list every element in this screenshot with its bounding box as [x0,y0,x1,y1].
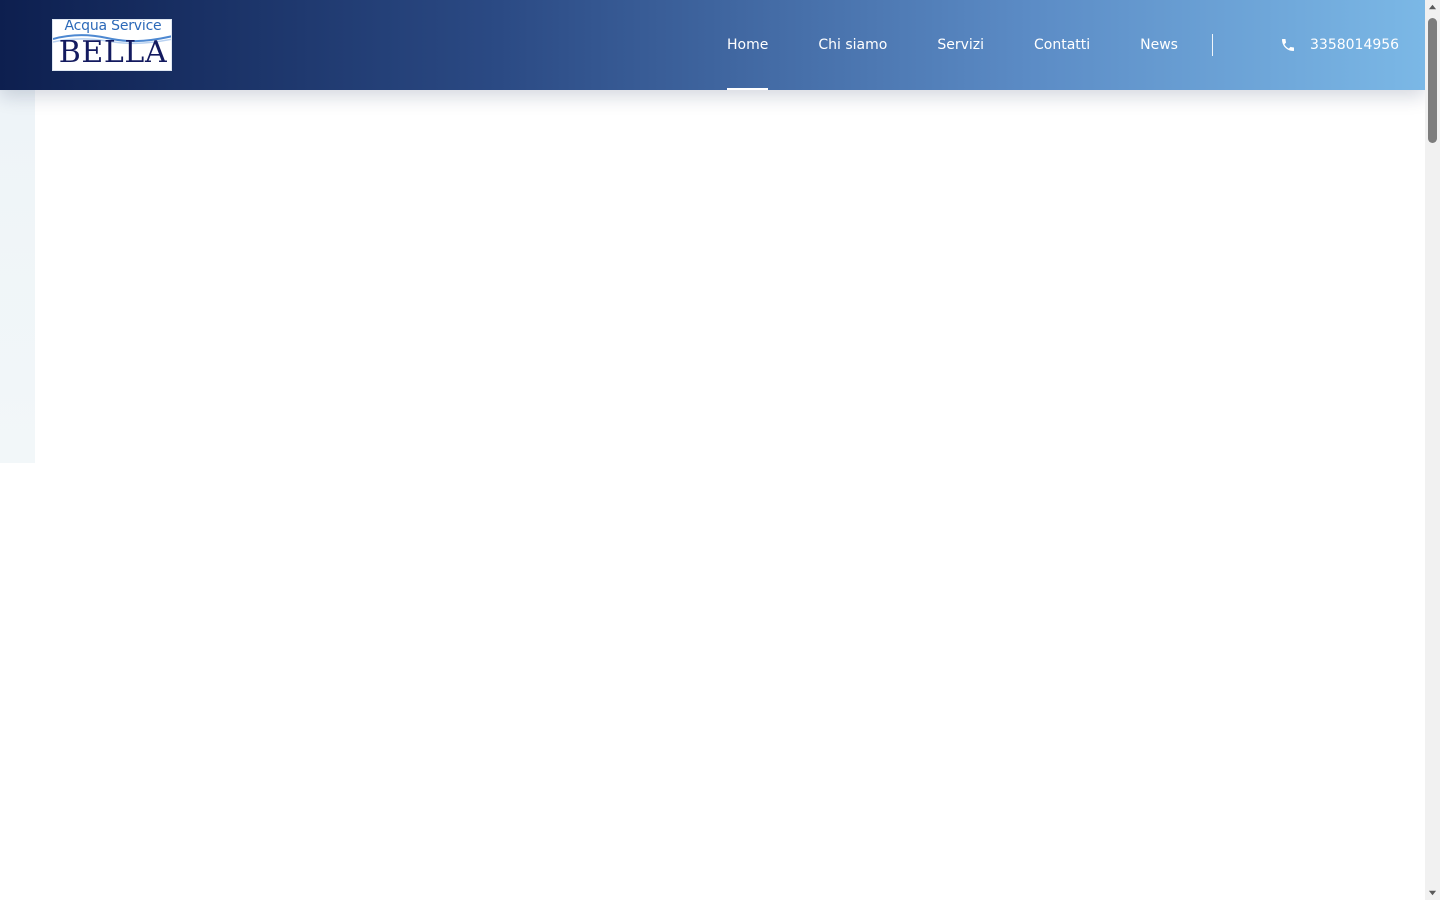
scrollbar-thumb[interactable] [1428,18,1437,143]
vertical-scrollbar[interactable] [1425,0,1440,900]
nav-item-contatti[interactable]: Contatti [1034,0,1090,90]
phone-link[interactable]: 3358014956 [1280,0,1399,90]
phone-number: 3358014956 [1310,37,1400,53]
chevron-up-icon [1428,4,1437,10]
scroll-down-button[interactable] [1425,885,1440,900]
nav-item-news[interactable]: News [1140,0,1178,90]
main-navigation: Home Chi siamo Servizi Contatti News [727,0,1178,90]
hero-panel [35,90,1425,463]
logo-main-text: BELLA [58,35,168,70]
nav-item-home[interactable]: Home [727,0,769,90]
chevron-down-icon [1428,890,1437,896]
hero-section [0,90,1425,463]
header-divider [1212,34,1213,56]
nav-item-chi-siamo[interactable]: Chi siamo [818,0,887,90]
scroll-up-button[interactable] [1425,0,1440,15]
phone-icon [1282,39,1294,51]
page: Acqua Service BELLA Home Chi siamo Servi… [0,0,1440,900]
site-logo[interactable]: Acqua Service BELLA [52,19,172,71]
nav-item-servizi[interactable]: Servizi [937,0,984,90]
site-header: Acqua Service BELLA Home Chi siamo Servi… [0,0,1425,90]
